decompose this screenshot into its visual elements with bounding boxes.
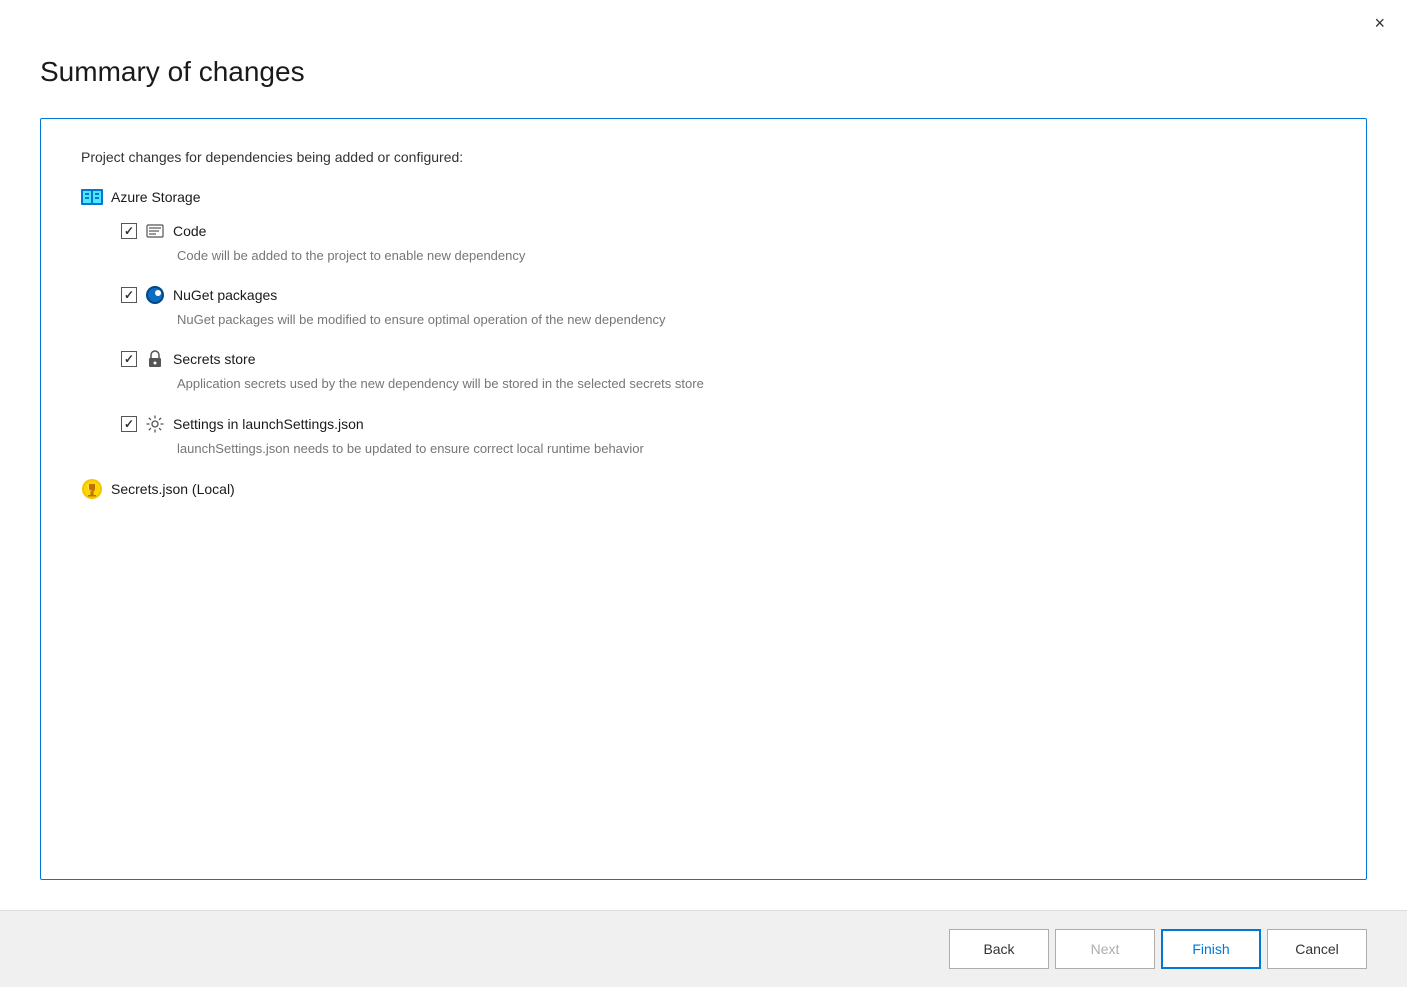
item-header-settings: Settings in launchSettings.json [121, 414, 1326, 434]
dependency-header: Azure Storage [81, 189, 1326, 205]
cancel-button[interactable]: Cancel [1267, 929, 1367, 969]
lock-icon [145, 349, 165, 369]
nuget-icon [145, 285, 165, 305]
dependency-name: Azure Storage [111, 189, 201, 205]
item-header-secrets: Secrets store [121, 349, 1326, 369]
nuget-description: NuGet packages will be modified to ensur… [177, 311, 1326, 329]
title-bar: × [0, 0, 1407, 36]
nuget-label: NuGet packages [173, 287, 277, 303]
list-item: Code Code will be added to the project t… [121, 221, 1326, 265]
azure-storage-icon [81, 189, 103, 205]
settings-description: launchSettings.json needs to be updated … [177, 440, 1326, 458]
list-item: NuGet packages NuGet packages will be mo… [121, 285, 1326, 329]
page-title: Summary of changes [40, 56, 1367, 88]
close-button[interactable]: × [1368, 10, 1391, 36]
next-button[interactable]: Next [1055, 929, 1155, 969]
secrets-label: Secrets store [173, 351, 255, 367]
description-text: Project changes for dependencies being a… [81, 149, 1326, 165]
footer: Back Next Finish Cancel [0, 910, 1407, 987]
main-content: Project changes for dependencies being a… [0, 108, 1407, 910]
page-header: Summary of changes [0, 36, 1407, 108]
list-item: Settings in launchSettings.json launchSe… [121, 414, 1326, 458]
finish-button[interactable]: Finish [1161, 929, 1261, 969]
dependency-group: Azure Storage [81, 189, 1326, 500]
back-button[interactable]: Back [949, 929, 1049, 969]
secrets-json-label: Secrets.json (Local) [111, 481, 235, 497]
items-list: Code Code will be added to the project t… [121, 221, 1326, 458]
secrets-checkbox[interactable] [121, 351, 137, 367]
secrets-json-icon [81, 478, 103, 500]
item-header-code: Code [121, 221, 1326, 241]
list-item: Secrets store Application secrets used b… [121, 349, 1326, 393]
code-checkbox[interactable] [121, 223, 137, 239]
secrets-description: Application secrets used by the new depe… [177, 375, 1326, 393]
secrets-json-row: Secrets.json (Local) [81, 478, 1326, 500]
settings-label: Settings in launchSettings.json [173, 416, 364, 432]
item-header-nuget: NuGet packages [121, 285, 1326, 305]
nuget-checkbox[interactable] [121, 287, 137, 303]
settings-checkbox[interactable] [121, 416, 137, 432]
code-description: Code will be added to the project to ena… [177, 247, 1326, 265]
code-label: Code [173, 223, 206, 239]
summary-box: Project changes for dependencies being a… [40, 118, 1367, 880]
settings-icon [145, 414, 165, 434]
code-icon [145, 221, 165, 241]
